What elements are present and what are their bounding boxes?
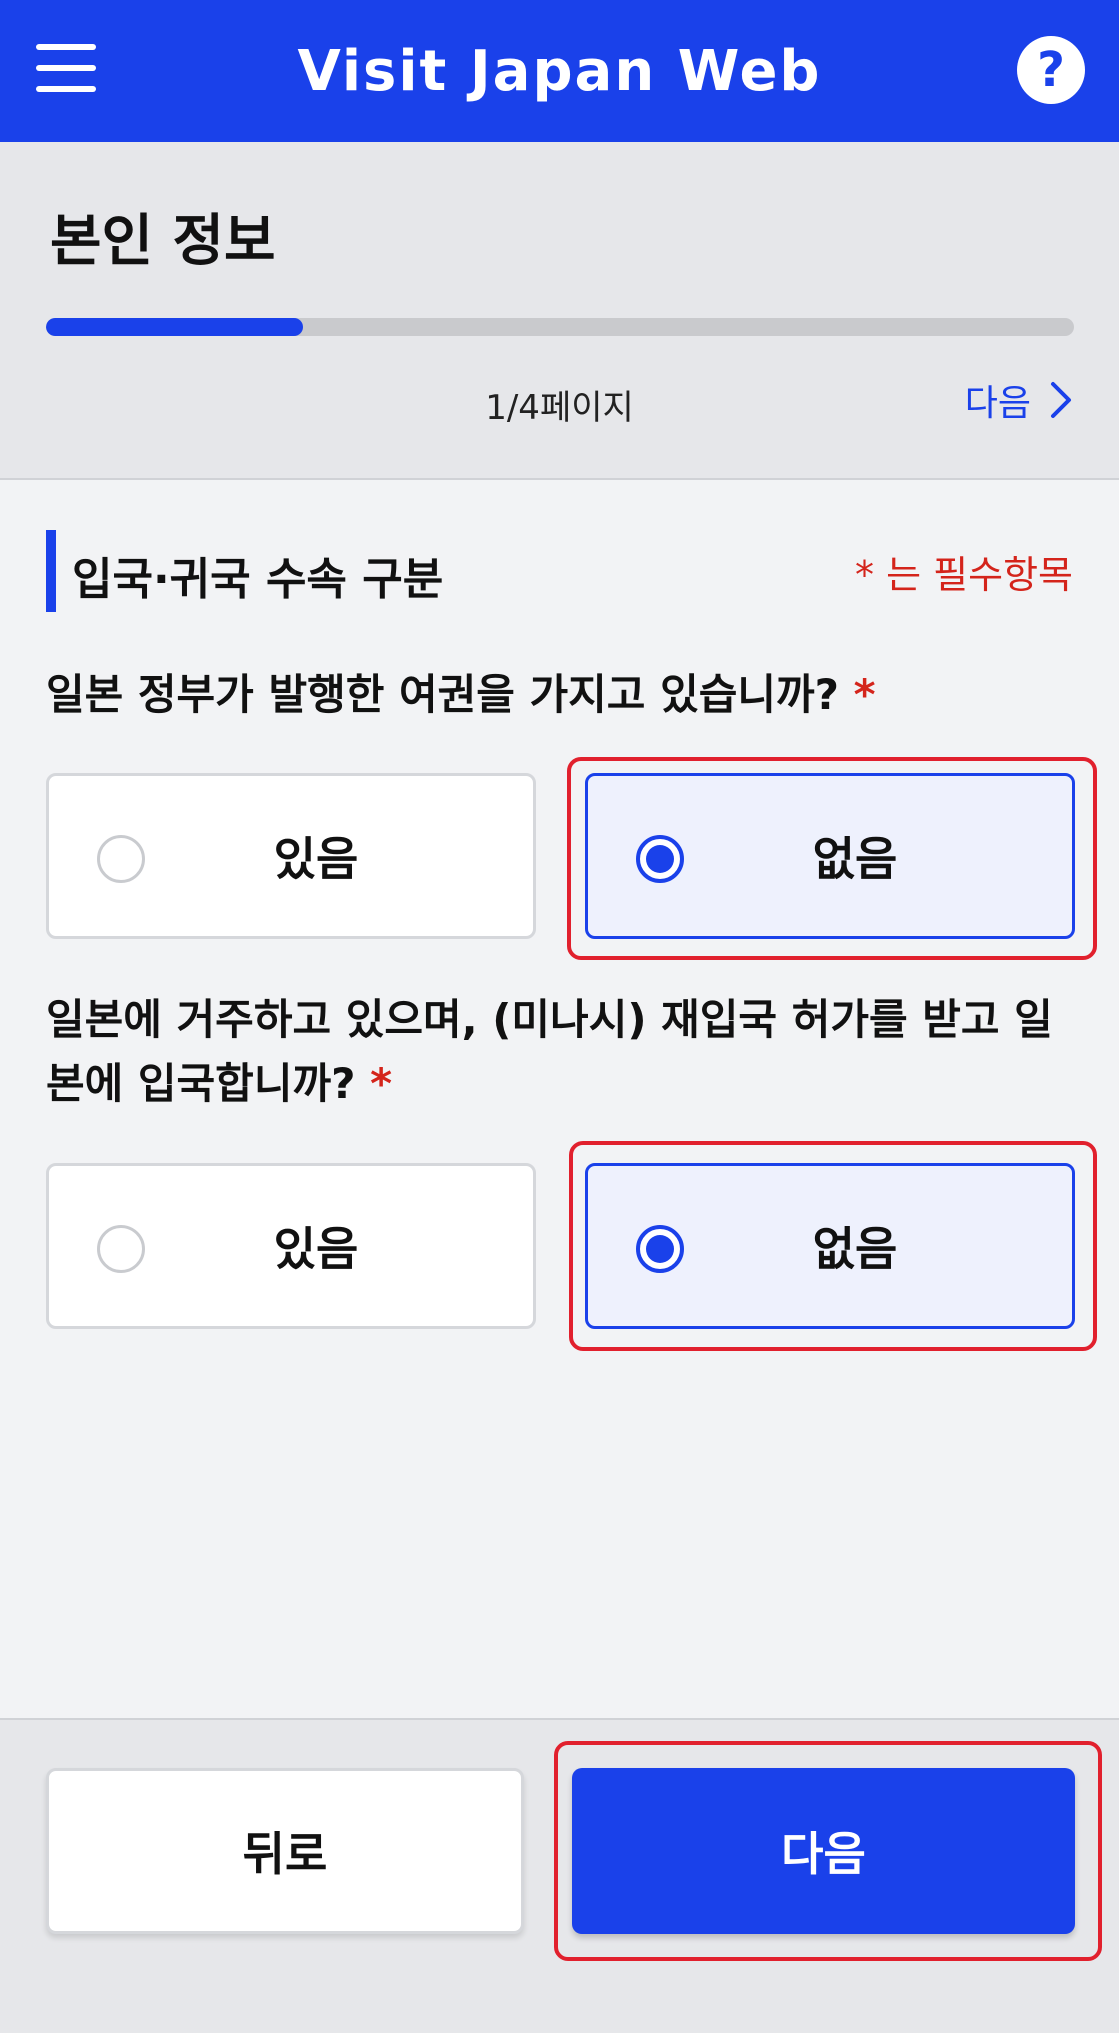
help-icon[interactable]: ?: [1017, 36, 1085, 104]
progress-panel: 본인 정보 1/4페이지 다음: [0, 142, 1119, 480]
radio-selected-dot: [646, 1235, 674, 1263]
option-label: 없음: [812, 1222, 898, 1276]
app-header: Visit Japan Web ?: [0, 0, 1119, 142]
option-label: 없음: [812, 832, 898, 886]
option-passport-no[interactable]: 없음: [585, 773, 1075, 939]
required-note: * 는 필수항목: [855, 553, 1073, 597]
radio-icon[interactable]: [636, 835, 684, 883]
section-accent-bar: [46, 530, 56, 612]
progress-bar-fill: [46, 318, 303, 336]
radio-selected-dot: [646, 845, 674, 873]
option-label: 있음: [273, 1222, 359, 1276]
question-text: 일본 정부가 발행한 여권을 가지고 있습니까?: [46, 670, 839, 719]
question-text: 일본에 거주하고 있으며, (미나시) 재입국 허가를 받고 일본에 입국합니까…: [46, 995, 1053, 1108]
section-title: 입국·귀국 수속 구분: [72, 554, 444, 605]
radio-icon[interactable]: [97, 835, 145, 883]
next-button[interactable]: 다음: [572, 1768, 1075, 1934]
app-title: Visit Japan Web: [297, 38, 822, 104]
required-mark: *: [853, 670, 876, 719]
next-page-link-label: 다음: [964, 383, 1031, 424]
chevron-right-icon: [1051, 382, 1071, 418]
option-passport-yes[interactable]: 있음: [46, 773, 536, 939]
option-label: 있음: [273, 832, 359, 886]
back-button[interactable]: 뒤로: [46, 1768, 524, 1934]
option-reentry-yes[interactable]: 있음: [46, 1163, 536, 1329]
progress-bar: [46, 318, 1074, 336]
page-indicator: 1/4페이지: [485, 388, 634, 428]
page-title: 본인 정보: [50, 209, 276, 274]
question-reentry: 일본에 거주하고 있으며, (미나시) 재입국 허가를 받고 일본에 입국합니까…: [46, 988, 1076, 1116]
radio-icon[interactable]: [636, 1225, 684, 1273]
radio-icon[interactable]: [97, 1225, 145, 1273]
option-reentry-no[interactable]: 없음: [585, 1163, 1075, 1329]
required-mark: *: [370, 1059, 393, 1108]
question-passport: 일본 정부가 발행한 여권을 가지고 있습니까? *: [46, 663, 1076, 727]
next-page-link[interactable]: 다음: [965, 374, 1075, 426]
menu-icon[interactable]: [34, 38, 98, 98]
